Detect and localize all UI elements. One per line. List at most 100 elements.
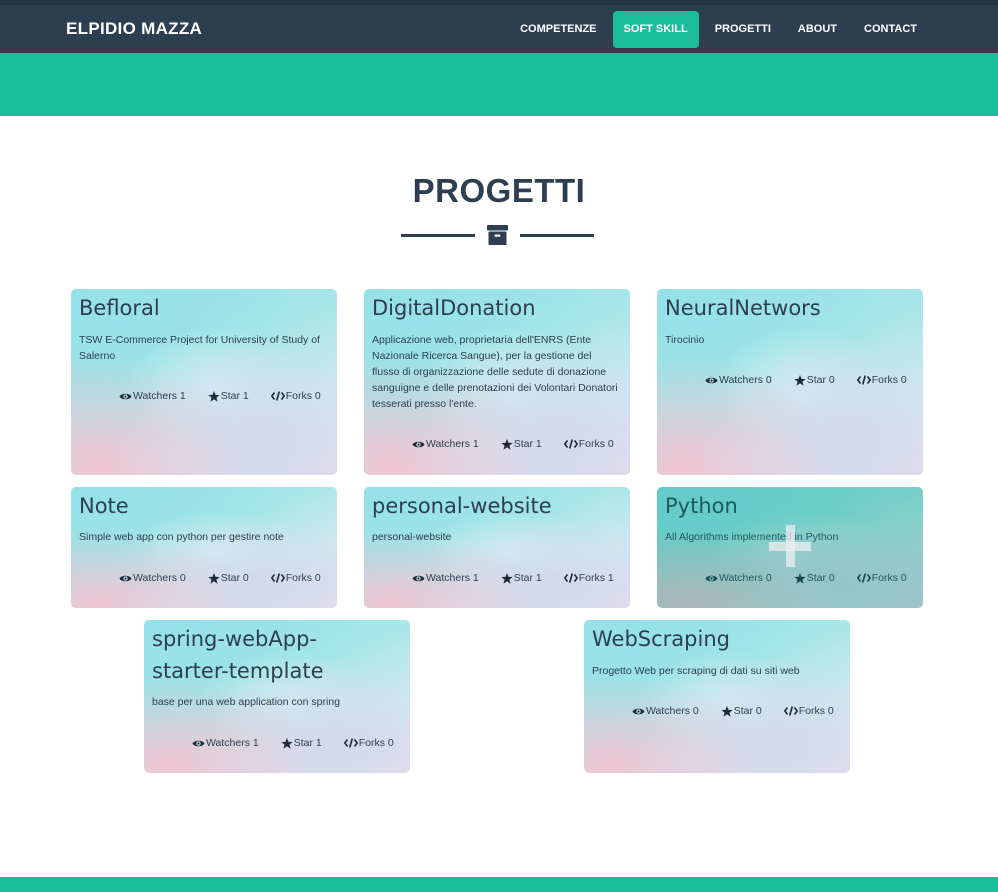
project-title: NeuralNetwors: [665, 296, 821, 320]
stars-count: Star 1: [293, 737, 322, 749]
stars-count: Star 0: [733, 705, 762, 717]
nav-item-competenze[interactable]: COMPETENZE: [509, 11, 607, 48]
watchers-count: Watchers 1: [426, 572, 479, 584]
watchers-stat: Watchers 1: [119, 390, 186, 402]
eye-icon: [412, 575, 425, 581]
stars-count: Star 1: [513, 572, 542, 584]
project-card-python[interactable]: Python All Algorithms implemented in Pyt…: [657, 487, 923, 608]
star-icon: [208, 390, 220, 402]
star-icon: [501, 438, 513, 450]
watchers-count: Watchers 0: [646, 705, 699, 717]
forks-stat: Forks 0: [270, 572, 321, 584]
eye-icon: [119, 575, 132, 581]
stars-count: Star 1: [513, 438, 542, 450]
project-stats: Watchers 1 Star 1 Forks 1: [412, 572, 614, 584]
stars-stat: Star 0: [794, 374, 835, 386]
project-card-webscraping[interactable]: WebScraping Progetto Web per scraping di…: [584, 620, 850, 773]
watchers-count: Watchers 0: [719, 572, 772, 584]
forks-count: Forks 1: [578, 572, 614, 584]
project-title: DigitalDonation: [372, 296, 536, 320]
stars-stat: Star 1: [501, 438, 542, 450]
project-description: Progetto Web per scraping di dati su sit…: [592, 665, 800, 677]
project-stats: Watchers 1 Star 1 Forks 0: [192, 737, 394, 749]
code-icon: [563, 573, 578, 583]
forks-stat: Forks 0: [856, 374, 907, 386]
star-icon: [721, 705, 733, 717]
watchers-count: Watchers 1: [133, 390, 186, 402]
star-icon: [208, 572, 220, 584]
project-card-personal-website[interactable]: personal-website personal-website Watche…: [364, 487, 630, 608]
project-description: personal-website: [372, 531, 452, 543]
stars-count: Star 1: [220, 390, 249, 402]
stars-stat: Star 0: [721, 705, 762, 717]
project-card-befloral[interactable]: Befloral TSW E-Commerce Project for Univ…: [71, 289, 337, 475]
forks-count: Forks 0: [285, 390, 321, 402]
eye-icon: [705, 377, 718, 383]
forks-stat: Forks 1: [563, 572, 614, 584]
forks-count: Forks 0: [358, 737, 394, 749]
eye-icon: [632, 708, 645, 714]
forks-stat: Forks 0: [783, 705, 834, 717]
stars-count: Star 0: [806, 374, 835, 386]
watchers-count: Watchers 0: [133, 572, 186, 584]
divider-line-right: [520, 234, 594, 237]
nav-item-about[interactable]: ABOUT: [787, 11, 848, 48]
watchers-stat: Watchers 1: [412, 438, 479, 450]
forks-stat: Forks 0: [343, 737, 394, 749]
project-title: WebScraping: [592, 627, 730, 651]
stars-stat: Star 1: [208, 390, 249, 402]
star-icon: [794, 374, 806, 386]
code-icon: [783, 706, 798, 716]
star-icon: [794, 572, 806, 584]
nav-item-soft-skill[interactable]: SOFT SKILL: [612, 11, 699, 48]
nav-item-progetti[interactable]: PROGETTI: [704, 11, 782, 48]
stars-stat: Star 1: [281, 737, 322, 749]
watchers-stat: Watchers 0: [119, 572, 186, 584]
project-title: Befloral: [79, 296, 160, 320]
project-description: Tirocinio: [665, 334, 705, 346]
forks-stat: Forks 0: [563, 438, 614, 450]
watchers-stat: Watchers 0: [632, 705, 699, 717]
project-card-note[interactable]: Note Simple web app con python per gesti…: [71, 487, 337, 608]
project-title: Python: [665, 494, 738, 518]
project-stats: Watchers 0 Star 0 Forks 0: [705, 374, 907, 386]
nav-menu: COMPETENZE SOFT SKILL PROGETTI ABOUT CON…: [504, 11, 928, 48]
nav-item-contact[interactable]: CONTACT: [853, 11, 928, 48]
project-description: Simple web app con python per gestire no…: [79, 531, 284, 543]
project-card-neuralnetwors[interactable]: NeuralNetwors Tirocinio Watchers 0 Star …: [657, 289, 923, 475]
plus-icon: [769, 525, 811, 567]
project-stats: Watchers 0 Star 0 Forks 0: [705, 572, 907, 584]
forks-stat: Forks 0: [270, 390, 321, 402]
eye-icon: [705, 575, 718, 581]
forks-count: Forks 0: [871, 572, 907, 584]
project-title: spring-webApp-starter-template: [152, 627, 324, 683]
project-stats: Watchers 1 Star 1 Forks 0: [412, 438, 614, 450]
archive-icon: [487, 225, 508, 245]
watchers-count: Watchers 1: [206, 737, 259, 749]
watchers-stat: Watchers 1: [192, 737, 259, 749]
code-icon: [856, 375, 871, 385]
project-card-spring-webapp-starter-template[interactable]: spring-webApp-starter-template base per …: [144, 620, 410, 773]
project-card-digitaldonation[interactable]: DigitalDonation Applicazione web, propri…: [364, 289, 630, 475]
eye-icon: [119, 393, 132, 399]
project-description: base per una web application con spring: [152, 696, 340, 708]
brand-logo[interactable]: ELPIDIO MAZZA: [66, 19, 202, 39]
forks-count: Forks 0: [798, 705, 834, 717]
code-icon: [563, 439, 578, 449]
project-title: personal-website: [372, 494, 552, 518]
project-description: Applicazione web, proprietaria dell'ENRS…: [372, 334, 618, 410]
eye-icon: [192, 740, 205, 746]
watchers-stat: Watchers 0: [705, 374, 772, 386]
code-icon: [856, 573, 871, 583]
eye-icon: [412, 441, 425, 447]
section-divider: [401, 224, 594, 246]
star-icon: [281, 737, 293, 749]
divider-line-left: [401, 234, 475, 237]
code-icon: [270, 573, 285, 583]
section-title: PROGETTI: [412, 172, 586, 209]
project-title: Note: [79, 494, 129, 518]
stars-count: Star 0: [220, 572, 249, 584]
project-description: TSW E-Commerce Project for University of…: [79, 334, 320, 362]
watchers-count: Watchers 0: [719, 374, 772, 386]
watchers-stat: Watchers 1: [412, 572, 479, 584]
